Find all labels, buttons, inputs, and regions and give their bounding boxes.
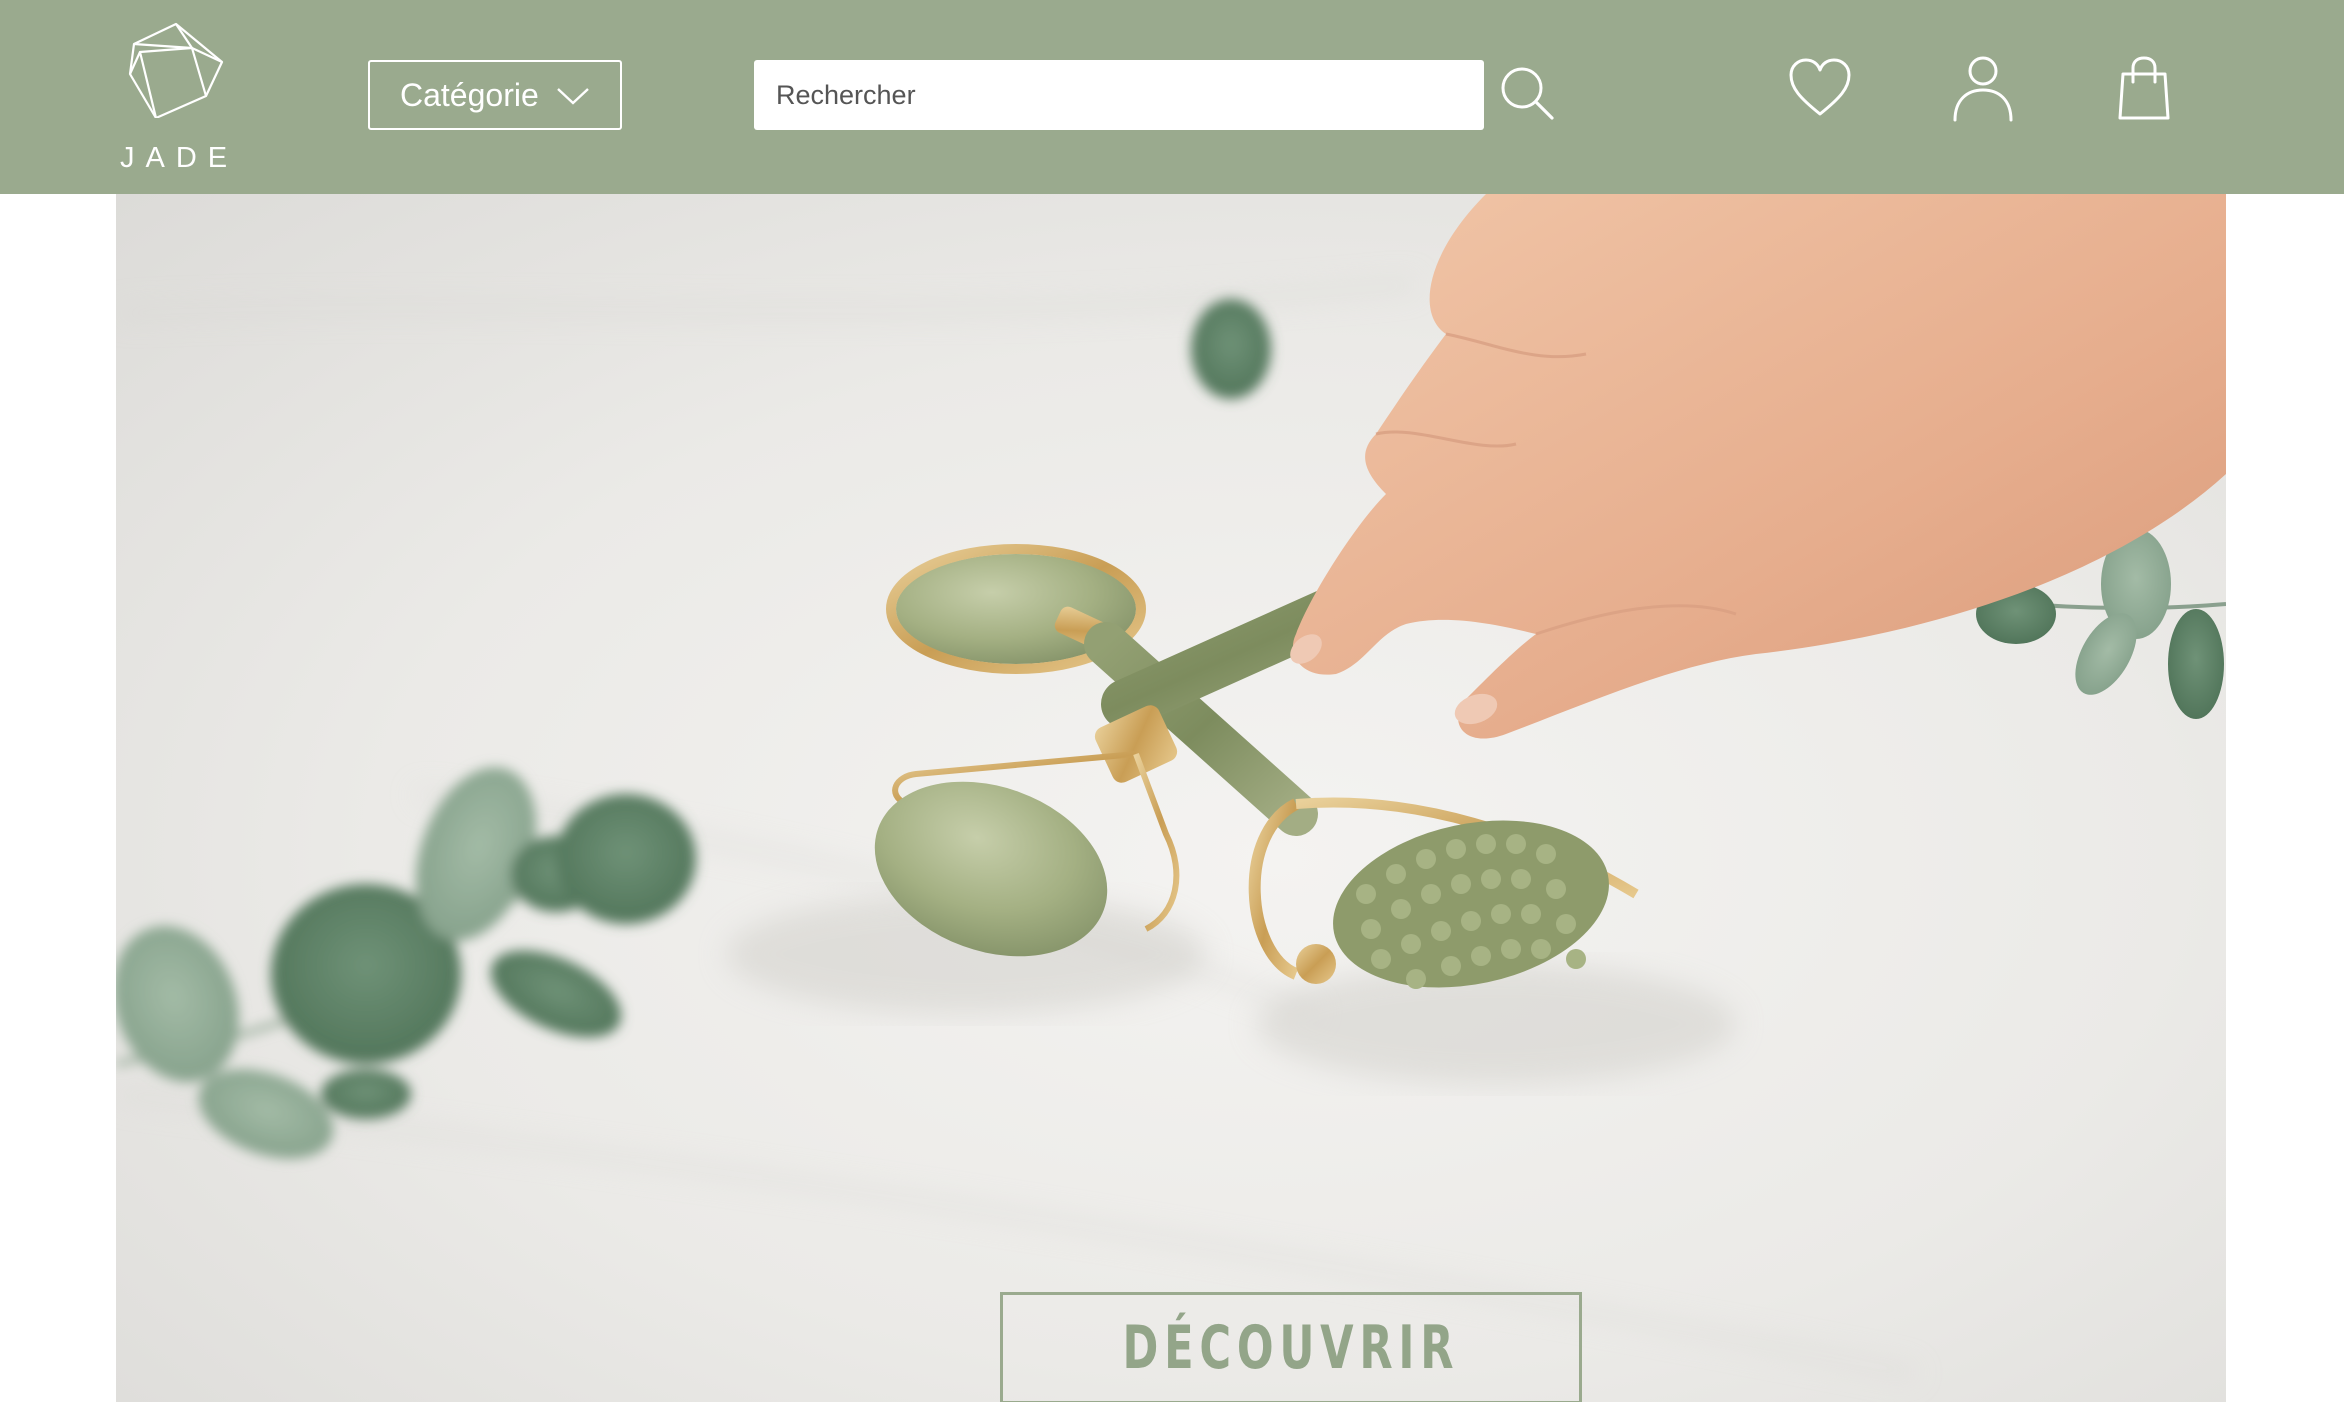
- discover-button[interactable]: DÉCOUVRIR: [1000, 1292, 1582, 1402]
- category-label: Catégorie: [400, 76, 539, 113]
- brand-logo[interactable]: JADE: [112, 14, 232, 174]
- gem-icon: [128, 22, 224, 118]
- jade-rollers-photo: [116, 194, 2226, 1379]
- search-input[interactable]: [754, 60, 1484, 130]
- user-icon[interactable]: [1952, 56, 2014, 122]
- search-icon[interactable]: [1500, 66, 1556, 122]
- category-dropdown[interactable]: Catégorie: [368, 60, 622, 130]
- shopping-bag-icon[interactable]: [2118, 56, 2170, 120]
- top-navigation-bar: JADE Catégorie: [0, 0, 2344, 194]
- discover-button-label: DÉCOUVRIR: [1122, 1313, 1460, 1383]
- hero-banner: DÉCOUVRIR: [116, 194, 2226, 1402]
- heart-icon[interactable]: [1788, 58, 1852, 118]
- chevron-down-icon: [557, 88, 589, 105]
- brand-name: JADE: [120, 142, 239, 174]
